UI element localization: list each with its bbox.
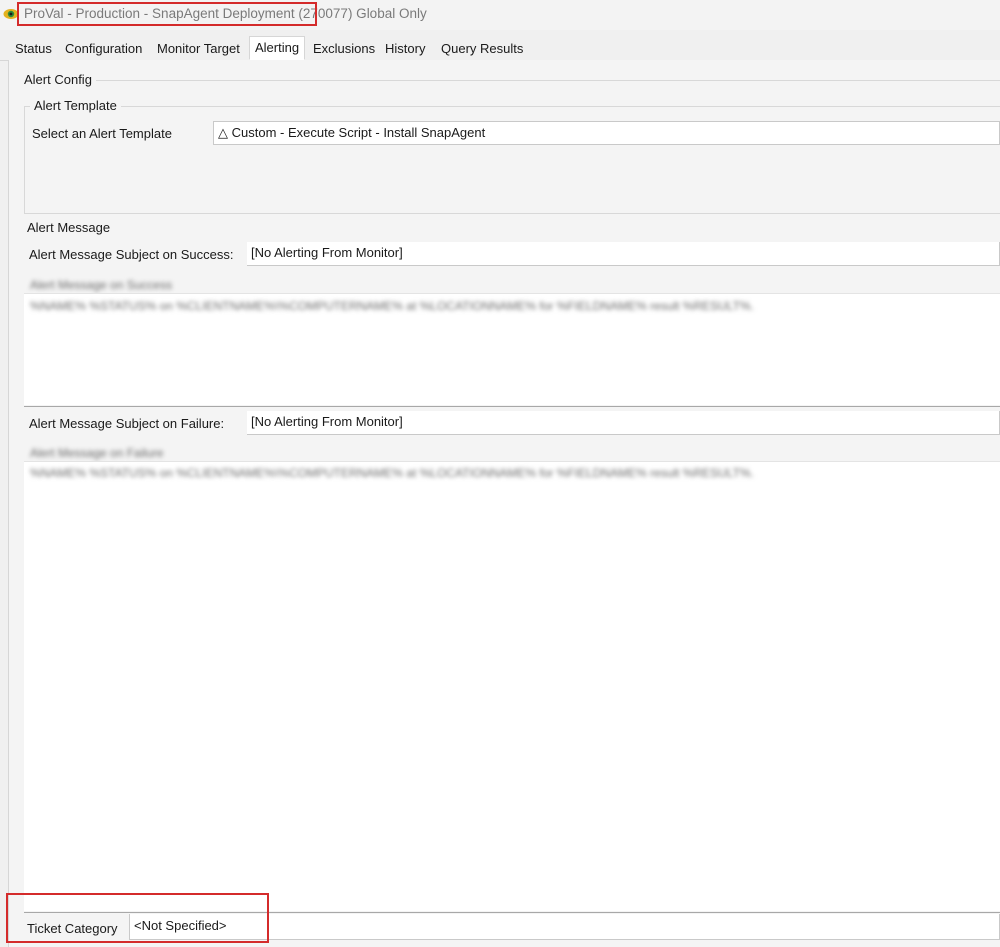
success-body-text: %NAME% %STATUS% on %CLIENTNAME%\%COMPUTE…: [30, 299, 754, 313]
success-body-textarea[interactable]: %NAME% %STATUS% on %CLIENTNAME%\%COMPUTE…: [24, 293, 1000, 405]
ticket-category-label: Ticket Category: [27, 921, 118, 936]
alert-template-select[interactable]: △ Custom - Execute Script - Install Snap…: [213, 121, 1000, 145]
eye-icon: [3, 9, 19, 19]
failure-body-label: Alert Message on Failure: [30, 446, 164, 460]
alert-message-section-label: Alert Message: [27, 220, 111, 235]
tab-monitor-target[interactable]: Monitor Target: [152, 38, 245, 59]
success-failure-divider: [24, 406, 1000, 407]
tab-alerting[interactable]: Alerting: [249, 36, 306, 60]
alert-template-group-label: Alert Template: [30, 98, 121, 113]
success-subject-field[interactable]: [No Alerting From Monitor]: [247, 242, 1000, 266]
tab-history[interactable]: History: [380, 38, 430, 59]
failure-subject-field[interactable]: [No Alerting From Monitor]: [247, 411, 1000, 435]
ticket-divider: [24, 912, 1000, 913]
tab-status[interactable]: Status: [10, 38, 57, 59]
failure-body-text: %NAME% %STATUS% on %CLIENTNAME%\%COMPUTE…: [30, 466, 754, 480]
window-title: ProVal - Production - SnapAgent Deployme…: [24, 6, 427, 21]
tab-query-results[interactable]: Query Results: [436, 38, 528, 59]
success-body-label: Alert Message on Success: [30, 278, 173, 292]
ticket-category-select[interactable]: <Not Specified>: [129, 914, 1000, 940]
success-subject-label: Alert Message Subject on Success:: [29, 247, 234, 262]
tab-exclusions[interactable]: Exclusions: [308, 38, 380, 59]
alert-config-group-border: [96, 80, 1000, 81]
select-alert-template-label: Select an Alert Template: [32, 126, 172, 141]
alert-config-group-label: Alert Config: [24, 72, 92, 87]
failure-subject-label: Alert Message Subject on Failure:: [29, 416, 225, 431]
failure-body-textarea[interactable]: %NAME% %STATUS% on %CLIENTNAME%\%COMPUTE…: [24, 461, 1000, 911]
tab-bar: Status Configuration Monitor Target Aler…: [0, 36, 1000, 61]
tab-configuration[interactable]: Configuration: [60, 38, 147, 59]
